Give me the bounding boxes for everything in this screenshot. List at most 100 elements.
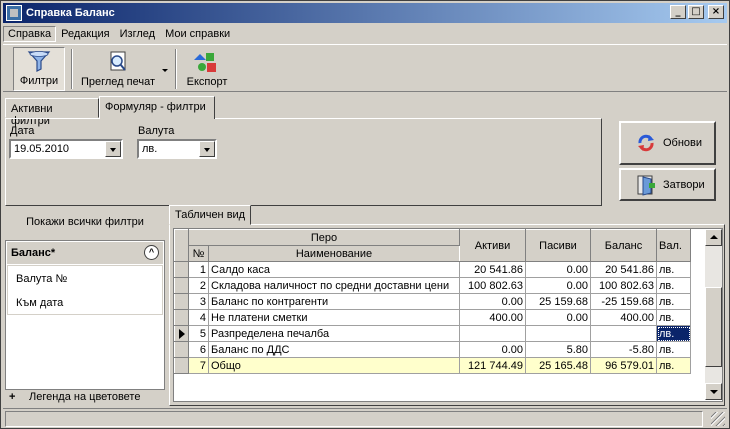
menu-edit[interactable]: Редакция [56, 26, 114, 42]
cell-currency[interactable]: лв. [656, 341, 691, 358]
cell-assets[interactable]: 121 744.49 [459, 357, 526, 374]
header-balance[interactable]: Баланс [590, 229, 657, 262]
cell-name[interactable]: Баланс по контрагенти [208, 293, 460, 310]
show-all-filters-button[interactable]: Покажи всички филтри [5, 213, 165, 233]
cell-no[interactable]: 4 [188, 309, 209, 326]
group-title: Баланс* [11, 247, 56, 259]
table-row[interactable]: 4 Не платени сметки 400.00 0.00 400.00 л… [174, 309, 691, 326]
filter-group-panel: Баланс* ^ Валута № Към дата [5, 240, 165, 390]
print-preview-button[interactable]: Преглед печат [77, 47, 159, 91]
cell-name[interactable]: Не платени сметки [208, 309, 460, 326]
balance-grid: Перо Активи Пасиви Баланс Вал. № Наимено… [173, 228, 723, 402]
cell-liabilities[interactable]: 25 165.48 [525, 357, 591, 374]
cell-balance[interactable]: 20 541.86 [590, 261, 657, 278]
exit-door-icon [635, 174, 657, 196]
cell-name[interactable]: Разпределена печалба [208, 325, 460, 342]
header-item-group[interactable]: Перо [188, 229, 460, 246]
cell-balance[interactable] [590, 325, 657, 342]
status-pane [5, 411, 703, 427]
filters-button[interactable]: Филтри [13, 47, 65, 91]
tab-form-filters[interactable]: Формуляр - филтри [99, 96, 215, 119]
currency-dropdown-icon[interactable] [199, 141, 215, 157]
cell-currency[interactable]: лв. [656, 261, 691, 278]
cell-balance[interactable]: 400.00 [590, 309, 657, 326]
date-picker[interactable]: 19.05.2010 [9, 139, 123, 159]
header-liabilities[interactable]: Пасиви [525, 229, 591, 262]
cell-assets[interactable]: 400.00 [459, 309, 526, 326]
refresh-icon [635, 132, 657, 154]
color-legend[interactable]: + Легенда на цветовете [5, 391, 165, 405]
cell-liabilities[interactable]: 5.80 [525, 341, 591, 358]
table-row[interactable]: 2 Складова наличност по средни доставни … [174, 277, 691, 294]
collapse-icon[interactable]: ^ [144, 245, 159, 260]
tab-table-view[interactable]: Табличен вид [169, 205, 252, 225]
cell-assets[interactable]: 0.00 [459, 341, 526, 358]
scroll-down-button[interactable] [705, 383, 722, 400]
cell-name[interactable]: Складова наличност по средни доставни це… [208, 277, 460, 294]
cell-currency[interactable]: лв. [656, 357, 691, 374]
header-no[interactable]: № [188, 245, 209, 262]
print-preview-dropdown-icon[interactable] [162, 69, 168, 72]
cell-assets[interactable]: 0.00 [459, 293, 526, 310]
close-button[interactable]: Затвори [619, 168, 716, 201]
cell-balance[interactable]: 96 579.01 [590, 357, 657, 374]
maximize-button[interactable]: □ [688, 5, 704, 19]
table-row[interactable]: 1 Салдо каса 20 541.86 0.00 20 541.86 лв… [174, 261, 691, 278]
cell-currency-focused[interactable]: лв. [656, 325, 691, 342]
table-row-total[interactable]: 7 Общо 121 744.49 25 165.48 96 579.01 лв… [174, 357, 691, 374]
minimize-button[interactable]: _ [670, 5, 686, 19]
export-button[interactable]: Експорт [181, 47, 233, 91]
menu-view[interactable]: Изглед [115, 26, 160, 42]
cell-liabilities[interactable]: 0.00 [525, 261, 591, 278]
cell-no[interactable]: 6 [188, 341, 209, 358]
menu-my-reports[interactable]: Мои справки [160, 26, 235, 42]
header-assets[interactable]: Активи [459, 229, 526, 262]
export-label: Експорт [186, 76, 228, 88]
vertical-scrollbar[interactable] [705, 229, 722, 400]
cell-balance[interactable]: -25 159.68 [590, 293, 657, 310]
cell-assets[interactable]: 20 541.86 [459, 261, 526, 278]
cell-name[interactable]: Баланс по ДДС [208, 341, 460, 358]
table-row[interactable]: 3 Баланс по контрагенти 0.00 25 159.68 -… [174, 293, 691, 310]
cell-no[interactable]: 7 [188, 357, 209, 374]
cell-no[interactable]: 1 [188, 261, 209, 278]
cell-no[interactable]: 3 [188, 293, 209, 310]
cell-liabilities[interactable]: 0.00 [525, 309, 591, 326]
cell-currency[interactable]: лв. [656, 277, 691, 294]
cell-name[interactable]: Общо [208, 357, 460, 374]
group-item-currency[interactable]: Валута № [16, 273, 67, 285]
cell-balance[interactable]: 100 802.63 [590, 277, 657, 294]
scroll-thumb[interactable] [705, 287, 722, 367]
cell-assets[interactable]: 100 802.63 [459, 277, 526, 294]
close-window-button[interactable]: × [708, 5, 724, 19]
cell-liabilities[interactable]: 25 159.68 [525, 293, 591, 310]
print-preview-icon [105, 50, 131, 74]
header-currency[interactable]: Вал. [656, 229, 691, 262]
cell-currency[interactable]: лв. [656, 309, 691, 326]
group-item-date[interactable]: Към дата [16, 297, 63, 309]
resize-grip-icon[interactable] [711, 412, 725, 426]
date-value: 19.05.2010 [14, 143, 70, 155]
scroll-up-button[interactable] [705, 229, 722, 246]
cell-no[interactable]: 5 [188, 325, 209, 342]
group-items: Валута № Към дата [7, 265, 163, 315]
title-bar: Справка Баланс _ □ × [3, 3, 727, 23]
cell-assets[interactable] [459, 325, 526, 342]
header-name[interactable]: Наименование [208, 245, 460, 262]
refresh-button[interactable]: Обнови [619, 121, 716, 165]
cell-liabilities[interactable] [525, 325, 591, 342]
cell-balance[interactable]: -5.80 [590, 341, 657, 358]
group-header[interactable]: Баланс* ^ [7, 242, 163, 264]
cell-liabilities[interactable]: 0.00 [525, 277, 591, 294]
tab-active-filters[interactable]: Активни филтри [5, 98, 99, 127]
cell-currency[interactable]: лв. [656, 293, 691, 310]
menu-report[interactable]: Справка [3, 25, 57, 42]
table-row-selected[interactable]: 5 Разпределена печалба лв. [174, 325, 691, 342]
cell-no[interactable]: 2 [188, 277, 209, 294]
date-dropdown-icon[interactable] [105, 141, 121, 157]
toolbar: Филтри Преглед печат Експорт [3, 44, 727, 92]
expand-icon[interactable]: + [9, 391, 15, 403]
table-row[interactable]: 6 Баланс по ДДС 0.00 5.80 -5.80 лв. [174, 341, 691, 358]
currency-select[interactable]: лв. [137, 139, 217, 159]
cell-name[interactable]: Салдо каса [208, 261, 460, 278]
